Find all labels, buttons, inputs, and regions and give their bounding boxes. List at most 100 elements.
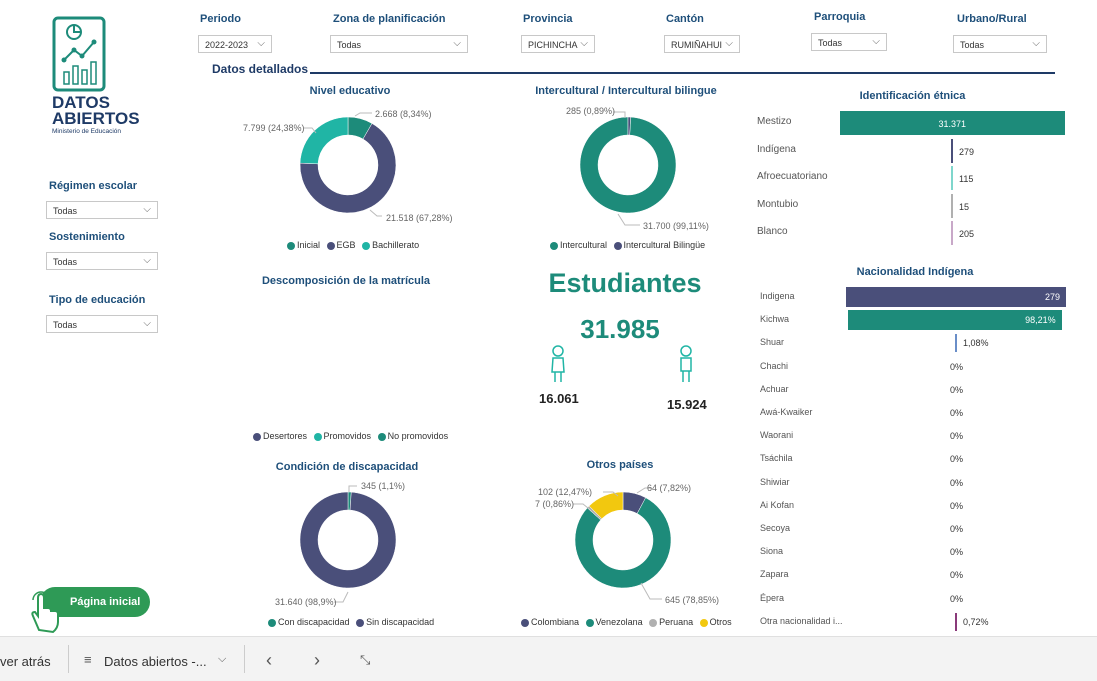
ethnic-category-label: Indígena xyxy=(757,143,796,155)
legend-label: Peruana xyxy=(659,617,694,627)
filter-urbano-label: Urbano/Rural xyxy=(957,13,1027,25)
logo-line2: ABIERTOS xyxy=(52,109,140,128)
filter-periodo-label: Periodo xyxy=(200,13,241,25)
nationality-category-label: Siona xyxy=(760,546,784,557)
legend-label: Intercultural Bilingüe xyxy=(623,240,706,250)
taskbar-divider xyxy=(68,645,69,673)
chevron-down-icon: ⌵ xyxy=(143,318,151,329)
donut-nivel-educativo xyxy=(299,116,397,214)
filter-zona-label: Zona de planificación xyxy=(333,13,446,25)
ethnic-category-label: Afroecuatoriano xyxy=(757,171,828,182)
ethnic-bar[interactable] xyxy=(951,138,953,163)
legend-item: Intercultural xyxy=(550,240,607,250)
donut-slice-sin-discapacidad[interactable] xyxy=(299,491,397,589)
legend-item: Peruana xyxy=(649,617,693,627)
legend-intercultural: Intercultural Intercultural Bilingüe xyxy=(550,240,709,250)
filter-zona-select[interactable]: Todas ⌵ xyxy=(330,35,468,53)
legend-label: Intercultural xyxy=(560,240,608,250)
legend-item: Promovidos xyxy=(313,431,372,441)
ethnic-bar-value: 115 xyxy=(959,174,974,184)
legend-label: No promovidos xyxy=(387,431,449,441)
filter-provincia-select[interactable]: PICHINCHA ⌵ xyxy=(521,35,595,53)
label-colombiana: 64 (7,82%) xyxy=(647,483,692,493)
donut-intercultural xyxy=(579,116,677,214)
section-divider xyxy=(310,72,1055,74)
legend-item: Colombiana xyxy=(521,617,579,627)
label-peruana: 7 (0,86%) xyxy=(535,499,575,509)
nationality-bar[interactable] xyxy=(955,612,957,631)
nationality-bar-value: 1,08% xyxy=(963,338,989,349)
prev-page-button[interactable]: ‹ xyxy=(266,650,272,671)
filter-canton-label: Cantón xyxy=(666,13,704,25)
chevron-down-icon: ⌵ xyxy=(453,38,461,49)
ethnic-bar[interactable] xyxy=(951,221,953,245)
filter-canton-select[interactable]: RUMIÑAHUI ⌵ xyxy=(664,35,740,53)
students-male: 15.924 xyxy=(667,397,707,412)
taskbar-divider xyxy=(244,645,245,673)
students-title: Estudiantes xyxy=(548,268,702,298)
page-selector[interactable]: Datos abiertos -... xyxy=(104,654,207,669)
nationality-category-label: Secoya xyxy=(760,523,791,533)
back-button[interactable]: ver atrás xyxy=(0,654,51,669)
label-venezolana: 645 (78,85%) xyxy=(665,595,720,605)
nationality-category-label: Waorani xyxy=(760,430,794,441)
nationality-bar-value: 0% xyxy=(950,500,964,511)
nationality-category-label: Otra nacionalidad i... xyxy=(760,615,843,626)
filter-sostenimiento-select[interactable]: Todas ⌵ xyxy=(46,252,158,270)
filter-regimen-value: Todas xyxy=(53,206,78,216)
filter-regimen-label: Régimen escolar xyxy=(49,180,138,192)
ethnic-bar-value: 31.371 xyxy=(938,119,967,129)
label-intercultural: 31.700 (99,11%) xyxy=(643,221,709,231)
ethnic-category-label: Montubio xyxy=(757,198,799,210)
nationality-bar[interactable] xyxy=(846,287,1066,307)
legend-label: Con discapacidad xyxy=(278,617,350,627)
donut-slice-bachillerato[interactable] xyxy=(299,116,349,165)
chevron-down-icon: ⌵ xyxy=(872,36,880,47)
nationality-bar-value: 0% xyxy=(950,431,964,442)
legend-item: Intercultural Bilingüe xyxy=(613,240,706,250)
nationality-bar-value: 0% xyxy=(950,361,964,372)
students-female: 16.061 xyxy=(539,391,579,406)
legend-label: Colombiana xyxy=(531,617,580,627)
filter-urbano-select[interactable]: Todas ⌵ xyxy=(953,35,1047,53)
section-title: Datos detallados xyxy=(212,62,309,76)
chart-title-matricula: Descomposición de la matrícula xyxy=(261,275,431,287)
nationality-category-label: Chachi xyxy=(760,360,789,371)
ethnic-bar[interactable] xyxy=(951,193,953,218)
home-button-label: Página inicial xyxy=(70,596,141,608)
filter-parroquia-value: Todas xyxy=(818,38,843,48)
filter-periodo-select[interactable]: 2022-2023 ⌵ xyxy=(198,35,272,53)
ethnic-bar-value: 205 xyxy=(959,229,975,239)
nationality-category-label: Ai Kofan xyxy=(760,499,795,510)
hand-pointer-icon xyxy=(31,591,59,634)
label-inicial: 2.668 (8,34%) xyxy=(375,109,432,119)
nationality-category-label: Shuar xyxy=(760,337,785,348)
ethnic-category-label: Mestizo xyxy=(757,116,792,127)
next-page-button[interactable]: › xyxy=(314,650,320,671)
legend-otros: Colombiana Venezolana Peruana Otros xyxy=(521,617,736,627)
legend-label: Venezolana xyxy=(595,617,643,627)
collapse-icon[interactable]: ⤡ xyxy=(360,652,370,668)
nationality-bar-value: 0% xyxy=(950,593,964,604)
nationality-category-label: Awá-Kwaiker xyxy=(760,407,813,417)
nationality-bar[interactable] xyxy=(955,334,957,353)
legend-label: Inicial xyxy=(297,240,321,250)
label-sin-discapacidad: 31.640 (98,9%) xyxy=(275,597,337,607)
filter-parroquia-select[interactable]: Todas ⌵ xyxy=(811,33,887,51)
ethnic-bar[interactable] xyxy=(951,166,953,190)
nationality-category-label: Zapara xyxy=(760,569,789,580)
chart-title-otros: Otros países xyxy=(586,459,654,471)
chevron-down-icon: ⌵ xyxy=(143,255,151,266)
chevron-down-icon[interactable]: ⌵ xyxy=(218,653,226,666)
legend-label: EGB xyxy=(336,240,356,250)
nationality-bar-value: 0% xyxy=(950,384,964,395)
filter-provincia-label: Provincia xyxy=(523,13,573,25)
legend-label: Promovidos xyxy=(323,431,372,441)
filter-sostenimiento-value: Todas xyxy=(53,257,78,267)
chart-title-etnica: Identificación étnica xyxy=(859,90,966,102)
filter-regimen-select[interactable]: Todas ⌵ xyxy=(46,201,158,219)
legend-item: Bachillerato xyxy=(362,240,419,250)
nationality-bar-value: 0,72% xyxy=(963,616,989,627)
filter-tipo-select[interactable]: Todas ⌵ xyxy=(46,315,158,333)
donut-slice-venezolana[interactable] xyxy=(574,497,672,589)
